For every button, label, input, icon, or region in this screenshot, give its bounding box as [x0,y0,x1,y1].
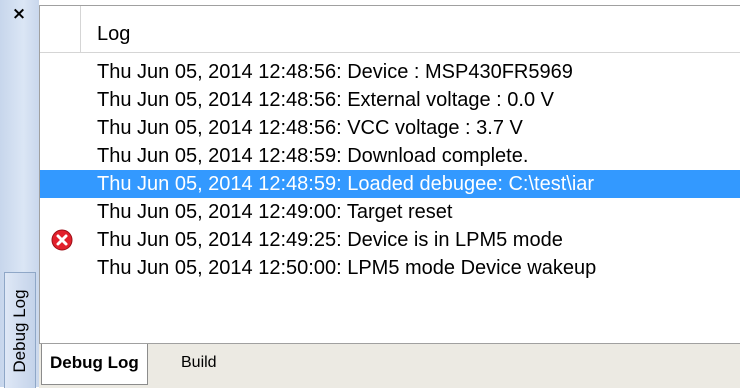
log-row-text: Thu Jun 05, 2014 12:49:25: Device is in … [97,229,563,251]
log-column-title: Log [97,23,131,45]
log-row-text: Thu Jun 05, 2014 12:48:56: VCC voltage :… [97,117,523,139]
log-row-text: Thu Jun 05, 2014 12:50:00: LPM5 mode Dev… [97,257,597,279]
error-icon [51,229,73,251]
log-row-text: Thu Jun 05, 2014 12:48:59: Loaded debuge… [97,173,595,195]
log-row[interactable]: Thu Jun 05, 2014 12:48:59: Download comp… [40,142,740,170]
log-row[interactable]: Thu Jun 05, 2014 12:48:56: External volt… [40,86,740,114]
log-row-text: Thu Jun 05, 2014 12:48:56: External volt… [97,89,554,111]
log-row[interactable]: Thu Jun 05, 2014 12:50:00: LPM5 mode Dev… [40,254,740,282]
log-column-header[interactable]: Log [40,6,740,53]
side-strip: × Debug Log [0,0,39,388]
tab-debug-log[interactable]: Debug Log [41,344,148,385]
log-row[interactable]: Thu Jun 05, 2014 12:48:59: Loaded debuge… [40,170,740,198]
icon-column-header [40,6,81,52]
log-list: Thu Jun 05, 2014 12:48:56: Device : MSP4… [40,58,740,282]
close-icon[interactable]: × [9,3,29,25]
log-row-text: Thu Jun 05, 2014 12:48:56: Device : MSP4… [97,61,573,83]
log-panel: Log Thu Jun 05, 2014 12:48:56: Device : … [39,5,740,344]
log-row[interactable]: Thu Jun 05, 2014 12:49:25: Device is in … [40,226,740,254]
log-row[interactable]: Thu Jun 05, 2014 12:48:56: VCC voltage :… [40,114,740,142]
log-row-text: Thu Jun 05, 2014 12:48:59: Download comp… [97,145,529,167]
bottom-tab-bar: Debug Log Build [39,343,740,388]
side-tab-debug-log[interactable]: Debug Log [4,272,36,388]
tab-build[interactable]: Build [173,344,225,384]
side-tab-label: Debug Log [10,288,29,373]
log-row[interactable]: Thu Jun 05, 2014 12:49:00: Target reset [40,198,740,226]
log-row-text: Thu Jun 05, 2014 12:49:00: Target reset [97,201,453,223]
log-row[interactable]: Thu Jun 05, 2014 12:48:56: Device : MSP4… [40,58,740,86]
